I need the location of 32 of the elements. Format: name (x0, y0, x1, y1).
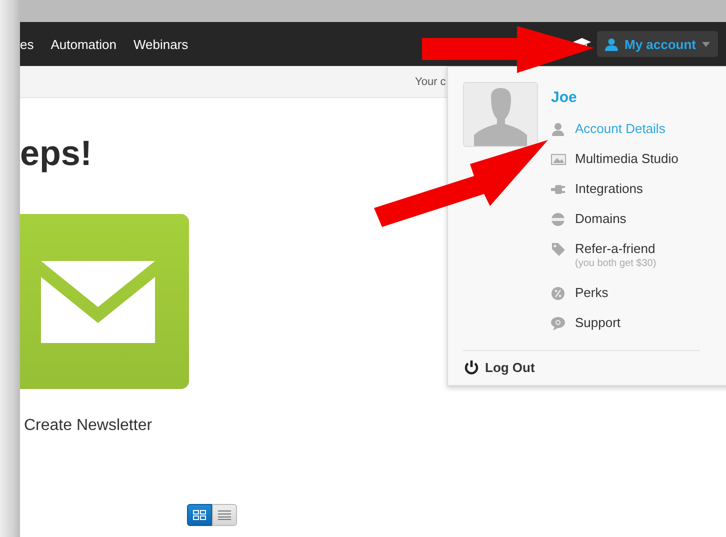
newsletter-tile[interactable] (20, 214, 189, 389)
menu-item[interactable]: Domains (575, 211, 626, 227)
log-out-button[interactable]: Log Out (464, 360, 535, 375)
menu-item-icon (551, 316, 566, 331)
list-icon (218, 510, 231, 520)
grid-view-button[interactable] (187, 504, 212, 526)
menu-item-icon (551, 286, 566, 301)
caret-icon (702, 42, 710, 46)
menu-item[interactable]: Refer-a-friend (575, 241, 656, 257)
my-account-button[interactable]: My account (597, 31, 718, 57)
power-icon (464, 360, 479, 375)
menu-item-icon (551, 212, 566, 227)
menu-item[interactable]: Perks (575, 285, 608, 301)
menu-item[interactable]: Multimedia Studio (575, 151, 678, 167)
menu-item[interactable]: Integrations (575, 181, 643, 197)
menu-item[interactable]: Support (575, 315, 621, 331)
tile-label: Create Newsletter (24, 417, 154, 435)
user-name: Joe (551, 89, 578, 107)
envelope-icon (40, 260, 154, 342)
grid-icon (193, 510, 206, 520)
nav-link[interactable]: Automation (50, 36, 116, 52)
menu-item-icon (551, 182, 566, 197)
menu-item-note: (you both get $30) (575, 257, 656, 271)
menu-item-icon (551, 122, 566, 137)
notice-text: Your c (415, 76, 446, 88)
list-view-button[interactable] (212, 504, 237, 526)
user-icon (605, 38, 618, 50)
menu-item-icon (551, 242, 566, 257)
menu-item-icon (551, 152, 566, 167)
nav-link[interactable]: Webinars (134, 36, 188, 52)
nav-link[interactable]: es (20, 36, 34, 52)
page-heading: eps! (20, 133, 92, 175)
